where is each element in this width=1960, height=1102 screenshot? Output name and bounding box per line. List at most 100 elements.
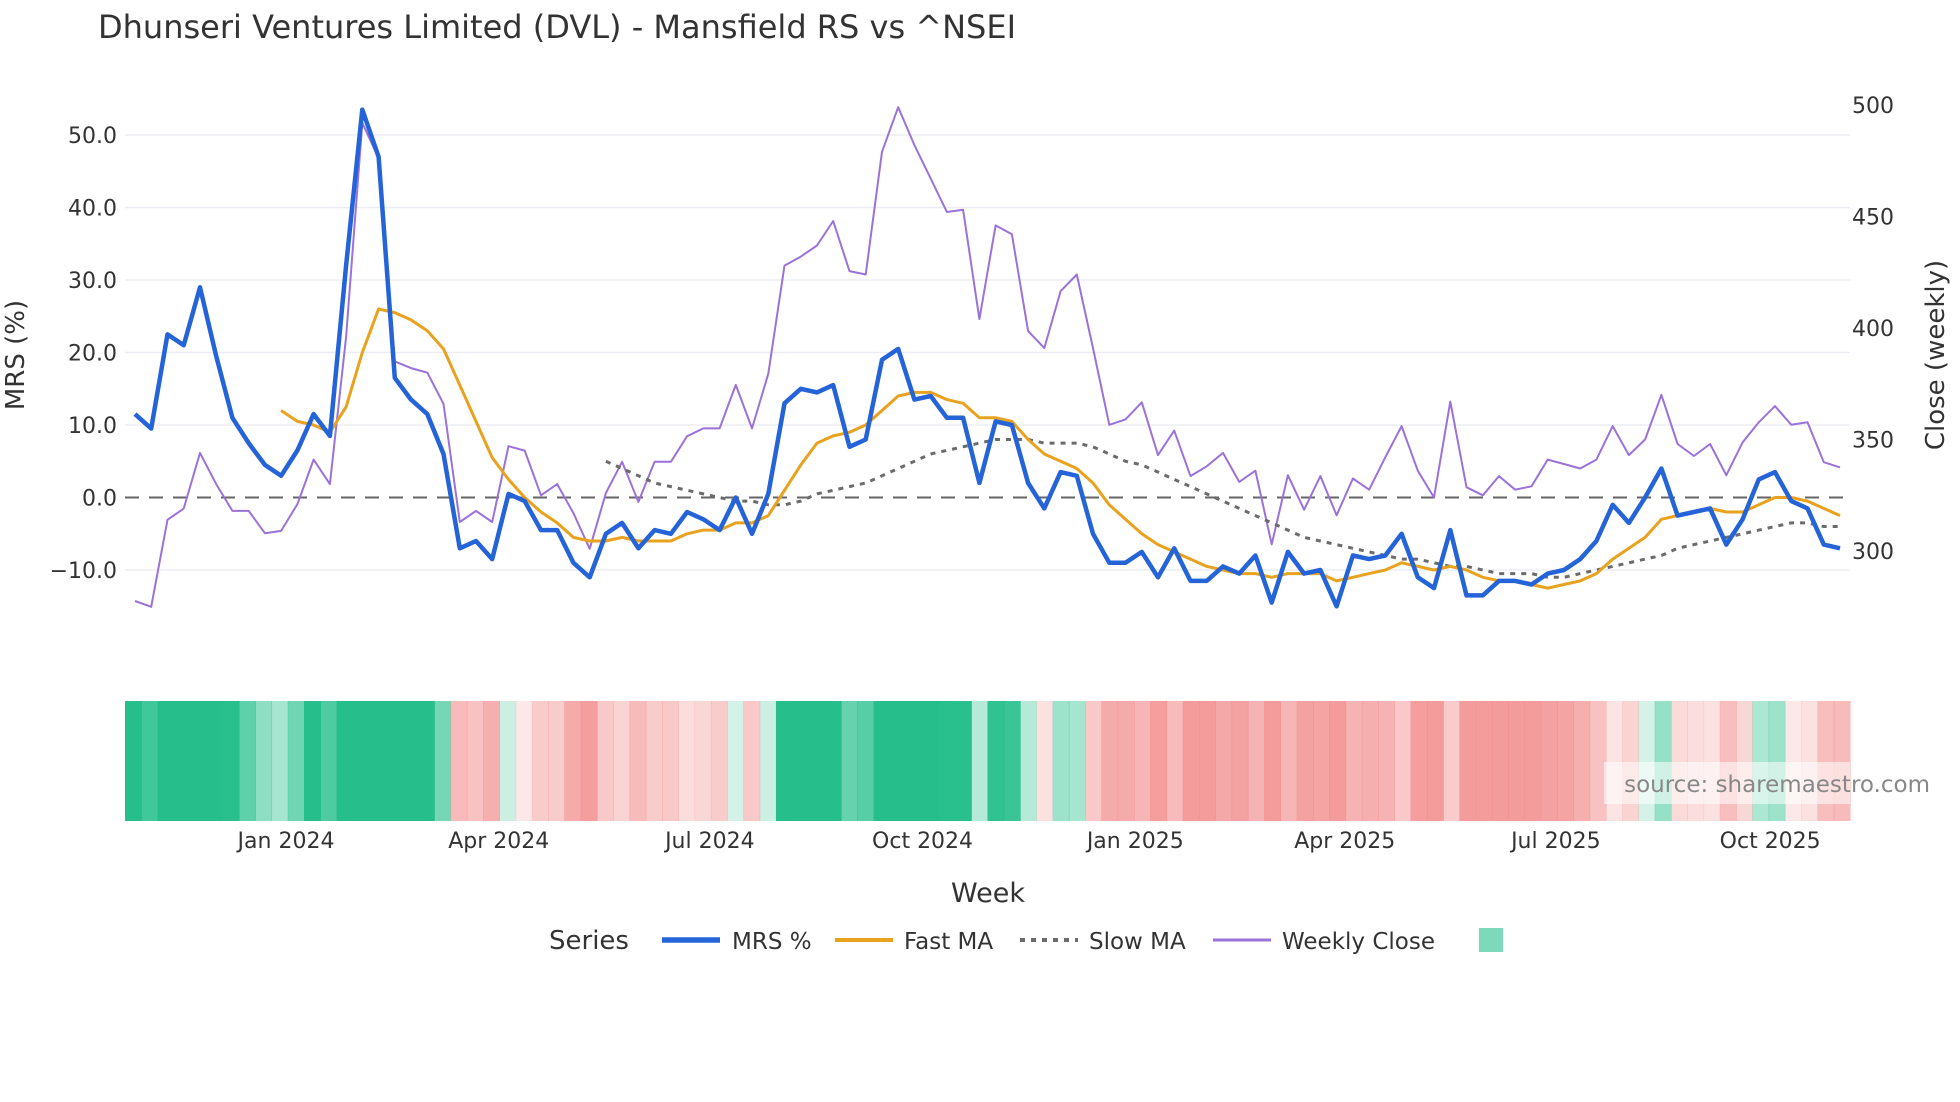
heatmap-cell	[271, 701, 289, 821]
heatmap-cell	[596, 701, 614, 821]
heatmap-cell	[1215, 701, 1233, 821]
heatmap-cell	[1199, 701, 1216, 821]
heatmap-cell	[1003, 701, 1021, 821]
heatmap-cell	[645, 701, 663, 821]
y2-tick-label: 400	[1852, 317, 1894, 342]
heatmap-cell	[889, 701, 907, 821]
x-tick-label: Jan 2025	[1085, 829, 1184, 854]
heatmap-cell	[1573, 701, 1591, 821]
heatmap-cell	[1361, 701, 1379, 821]
heatmap-cell	[694, 701, 712, 821]
heatmap-cell	[222, 701, 240, 821]
heatmap-cell	[906, 701, 924, 821]
heatmap-cell	[548, 701, 565, 821]
heatmap-cell	[1508, 701, 1526, 821]
x-tick-label: Apr 2024	[448, 829, 549, 854]
y2-tick-label: 300	[1852, 540, 1894, 565]
legend-heatmap-swatch[interactable]	[1479, 928, 1503, 952]
heatmap-cell	[1247, 701, 1265, 821]
heatmap-cell	[792, 701, 810, 821]
heatmap-cell	[841, 701, 858, 821]
heatmap-cell	[255, 701, 273, 821]
heatmap-cell	[352, 701, 370, 821]
x-axis-title: Week	[951, 878, 1025, 909]
heatmap-cell	[727, 701, 744, 821]
heatmap-cell	[564, 701, 582, 821]
heatmap-cell	[1296, 701, 1314, 821]
heatmap-cell	[1557, 701, 1574, 821]
heatmap-cell	[1475, 701, 1493, 821]
heatmap-cell	[1182, 701, 1200, 821]
heatmap-cell	[922, 701, 940, 821]
heatmap-cell	[173, 701, 191, 821]
y-tick-label: 20.0	[68, 342, 117, 367]
heatmap-cell	[515, 701, 533, 821]
heatmap-cell	[1280, 701, 1298, 821]
heatmap-cell	[954, 701, 972, 821]
heatmap-cell	[678, 701, 696, 821]
heatmap-cell	[1540, 701, 1558, 821]
x-tick-label: Oct 2025	[1720, 829, 1821, 854]
heatmap-cell	[873, 701, 891, 821]
y2-tick-label: 450	[1852, 206, 1894, 231]
heatmap-cell	[1036, 701, 1054, 821]
series-line-mrs	[133, 107, 1841, 609]
heatmap-cell	[613, 701, 631, 821]
heatmap-cell	[1345, 701, 1363, 821]
y2-tick-label: 500	[1852, 94, 1894, 119]
x-tick-label: Jan 2024	[236, 829, 335, 854]
chart: 50.0 40.0 30.0 20.0 10.0 0.0 −10.0 500 450 400 350…	[1, 94, 1951, 956]
heatmap-cell	[320, 701, 338, 821]
heatmap-cell	[775, 701, 793, 821]
heatmap-cell	[1101, 701, 1119, 821]
heatmap-cell	[206, 701, 224, 821]
heatmap-cell	[629, 701, 647, 821]
heatmap-cell	[385, 701, 403, 821]
y-tick-label: −10.0	[50, 559, 117, 584]
heatmap-cell	[1052, 701, 1070, 821]
heatmap-cell	[450, 701, 468, 821]
heatmap-cell	[1150, 701, 1168, 821]
heatmap-cell	[1133, 701, 1151, 821]
series-line-slow-ma	[605, 438, 1840, 579]
heatmap-cell	[1231, 701, 1249, 821]
heatmap-cell	[1459, 701, 1477, 821]
x-tick-label: Jul 2024	[663, 829, 755, 854]
heatmap-cell	[759, 701, 777, 821]
heatmap-cell	[971, 701, 989, 821]
heatmap-cell	[125, 701, 142, 821]
heatmap-cell	[1410, 701, 1428, 821]
heatmap-cell	[483, 701, 500, 821]
y2-tick-label: 350	[1852, 429, 1894, 454]
heatmap-cell	[157, 701, 175, 821]
heatmap-cell	[743, 701, 761, 821]
heatmap-cell	[417, 701, 435, 821]
heatmap-cell	[987, 701, 1005, 821]
y-tick-label: 40.0	[68, 197, 117, 222]
y-tick-label: 50.0	[68, 124, 117, 149]
heatmap-cell	[466, 701, 484, 821]
heatmap-cell	[662, 701, 679, 821]
heatmap-cell	[1426, 701, 1444, 821]
heatmap-cell	[1166, 701, 1184, 821]
heatmap-cell	[401, 701, 419, 821]
x-tick-label: Apr 2025	[1294, 829, 1395, 854]
x-tick-label: Jul 2025	[1509, 829, 1601, 854]
heatmap-cell	[1117, 701, 1135, 821]
heatmap-cell	[531, 701, 549, 821]
heatmap-cell	[434, 701, 452, 821]
heatmap-cell	[824, 701, 842, 821]
y2-axis-title: Close (weekly)	[1921, 260, 1951, 450]
heatmap-cell	[1524, 701, 1542, 821]
heatmap-cell	[287, 701, 305, 821]
legend-item-label[interactable]: Slow MA	[1089, 929, 1186, 955]
source-label: source: sharemaestro.com	[1624, 772, 1930, 798]
heatmap-cell	[190, 701, 207, 821]
legend-item-label[interactable]: MRS %	[732, 929, 812, 955]
heatmap-cell	[238, 701, 256, 821]
legend-item-label[interactable]: Weekly Close	[1282, 929, 1435, 955]
legend-item-label[interactable]: Fast MA	[904, 929, 993, 955]
heatmap-cell	[1312, 701, 1330, 821]
heatmap-cell	[857, 701, 875, 821]
y-tick-label: 30.0	[68, 269, 117, 294]
